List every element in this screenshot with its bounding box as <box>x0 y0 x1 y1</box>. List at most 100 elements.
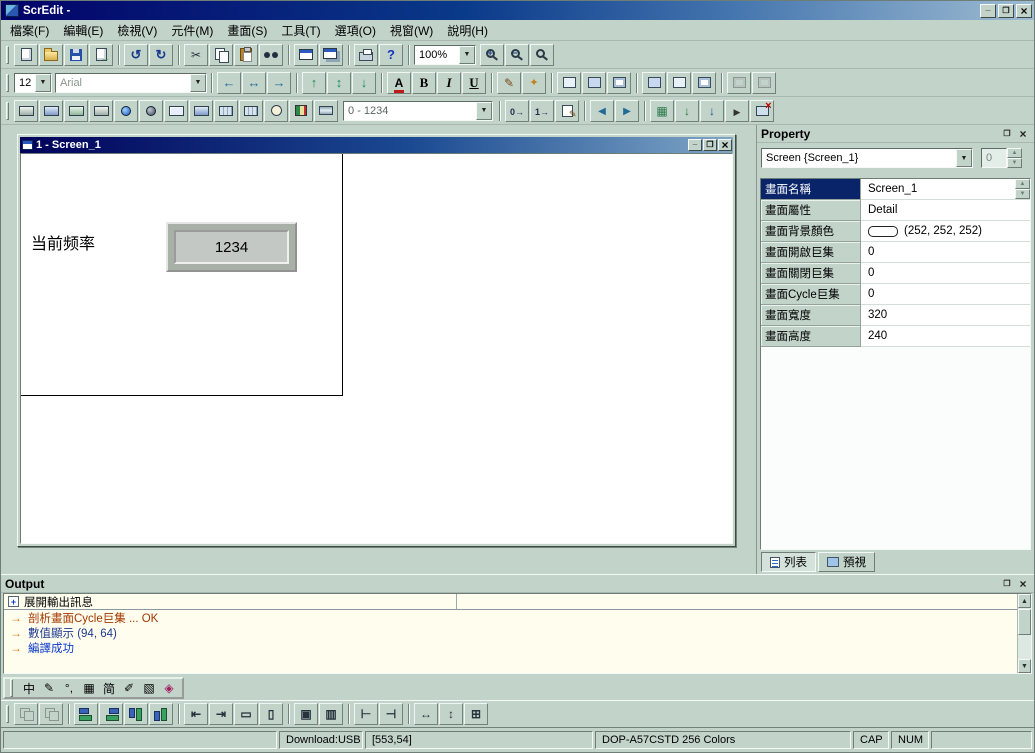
distribute-right-button[interactable]: ⇥ <box>209 703 233 725</box>
graph-display-tool[interactable] <box>239 100 263 122</box>
property-value[interactable]: 320 <box>861 305 1030 326</box>
chevron-down-icon[interactable] <box>476 102 492 120</box>
group-button[interactable] <box>14 703 38 725</box>
fill-style-button-3[interactable] <box>692 72 716 94</box>
element-ref-combo[interactable]: 0 - 1234 <box>343 101 493 121</box>
maximize-button[interactable] <box>998 4 1014 18</box>
menu-item-element[interactable]: 元件(M) <box>164 20 220 41</box>
output-panel-title-bar[interactable]: Output <box>1 575 1034 593</box>
open-file-button[interactable] <box>39 44 63 66</box>
ime-pen-button[interactable]: ✎ <box>40 679 58 697</box>
property-row[interactable]: 畫面高度 240 <box>761 326 1030 347</box>
chevron-down-icon[interactable] <box>459 46 475 64</box>
previous-screen-button[interactable] <box>590 100 614 122</box>
screen-window-button[interactable] <box>294 44 318 66</box>
minimize-button[interactable] <box>980 4 996 18</box>
help-button[interactable] <box>379 44 403 66</box>
font-name-combo[interactable]: Arial <box>55 73 207 93</box>
property-spinbox[interactable]: 0 <box>981 148 1022 168</box>
output-vertical-scrollbar[interactable]: ▲ ▼ <box>1017 594 1031 673</box>
ime-charset-button[interactable]: 简 <box>100 679 118 697</box>
export-button[interactable] <box>89 44 113 66</box>
cut-button[interactable] <box>184 44 208 66</box>
menu-item-edit[interactable]: 編輯(E) <box>56 20 110 41</box>
make-same-height-button[interactable]: ▯ <box>259 703 283 725</box>
zoom-actual-button[interactable] <box>530 44 554 66</box>
font-size-combo[interactable]: 12 <box>14 73 52 93</box>
property-label[interactable]: 畫面寬度 <box>761 305 861 326</box>
chevron-down-icon[interactable] <box>190 74 206 92</box>
align-middle-button[interactable] <box>327 72 351 94</box>
property-label[interactable]: 畫面名稱 <box>761 179 861 200</box>
screen-canvas[interactable]: 当前频率 1234 <box>21 154 343 396</box>
moving-sign-tool[interactable] <box>214 100 238 122</box>
simulate-button[interactable] <box>725 100 749 122</box>
indicator-tool[interactable] <box>114 100 138 122</box>
save-button[interactable] <box>64 44 88 66</box>
property-row[interactable]: 畫面Cycle巨集 0 <box>761 284 1030 305</box>
spin-down-icon[interactable] <box>1007 158 1022 168</box>
space-across-button[interactable]: ⊢ <box>354 703 378 725</box>
cascade-window-button[interactable] <box>319 44 343 66</box>
copy-button[interactable] <box>209 44 233 66</box>
bar-graph-tool[interactable] <box>289 100 313 122</box>
property-label[interactable]: 畫面背景顏色 <box>761 221 861 242</box>
new-file-button[interactable] <box>14 44 38 66</box>
macro-editor-button[interactable] <box>555 100 579 122</box>
output-message-row[interactable]: 數值顯示 (94, 64) <box>4 625 1017 640</box>
bold-button[interactable]: B <box>412 72 436 94</box>
multistate-indicator-tool[interactable] <box>139 100 163 122</box>
frame-style-button-2[interactable] <box>582 72 606 94</box>
property-row[interactable]: 畫面寬度 320 <box>761 305 1030 326</box>
offline-monitor-button[interactable] <box>750 100 774 122</box>
fill-style-button-1[interactable] <box>642 72 666 94</box>
property-value[interactable]: 0 <box>861 284 1030 305</box>
property-label[interactable]: 畫面關閉巨集 <box>761 263 861 284</box>
property-label[interactable]: 畫面開啟巨集 <box>761 242 861 263</box>
property-row[interactable]: 畫面名稱 Screen_1 <box>761 179 1030 200</box>
ime-toolbar[interactable]: 中 ✎ °, ▦ 简 ✐ ▧ ◈ <box>3 677 184 699</box>
screen-client-area[interactable]: 当前频率 1234 <box>20 153 733 544</box>
screen-editor-window[interactable]: 1 - Screen_1 当前频率 1234 <box>17 134 736 547</box>
numeric-display-element[interactable]: 1234 <box>166 222 297 272</box>
ime-softkeyboard-button[interactable]: ▦ <box>80 679 98 697</box>
menu-item-file[interactable]: 檔案(F) <box>3 20 56 41</box>
tab-preview[interactable]: 預視 <box>818 552 875 572</box>
fit-both-button[interactable]: ⊞ <box>464 703 488 725</box>
menu-item-view[interactable]: 檢視(V) <box>110 20 164 41</box>
property-value[interactable]: 0 <box>861 242 1030 263</box>
find-button[interactable] <box>259 44 283 66</box>
make-same-width-button[interactable]: ▭ <box>234 703 258 725</box>
download-all-button[interactable] <box>700 100 724 122</box>
set-state-one-button[interactable] <box>530 100 554 122</box>
fit-width-button[interactable]: ↔ <box>414 703 438 725</box>
redo-button[interactable] <box>149 44 173 66</box>
chevron-down-icon[interactable] <box>35 74 51 92</box>
scrollbar-thumb[interactable] <box>1018 609 1031 635</box>
screen-close-button[interactable] <box>718 139 732 151</box>
numeric-display-tool[interactable] <box>164 100 188 122</box>
property-label[interactable]: 畫面高度 <box>761 326 861 347</box>
meter-tool[interactable] <box>264 100 288 122</box>
close-button[interactable] <box>1016 4 1032 18</box>
scroll-up-icon[interactable]: ▲ <box>1018 594 1031 608</box>
static-text-element[interactable]: 当前频率 <box>31 230 95 254</box>
toolbar-grip[interactable] <box>6 46 9 64</box>
draw-pen-button[interactable] <box>497 72 521 94</box>
align-right-button[interactable] <box>267 72 291 94</box>
download-screen-button[interactable] <box>675 100 699 122</box>
spin-up-icon[interactable] <box>1015 179 1030 189</box>
align-objects-top-button[interactable] <box>124 703 148 725</box>
property-row[interactable]: 畫面背景顏色 (252, 252, 252) <box>761 221 1030 242</box>
italic-button[interactable]: I <box>437 72 461 94</box>
property-panel-title-bar[interactable]: Property <box>757 125 1034 143</box>
align-objects-bottom-button[interactable] <box>149 703 173 725</box>
align-center-button[interactable] <box>242 72 266 94</box>
toolbar-grip[interactable] <box>6 74 9 92</box>
center-vertical-button[interactable]: ▥ <box>319 703 343 725</box>
output-float-button[interactable] <box>1000 577 1014 590</box>
space-down-button[interactable]: ⊣ <box>379 703 403 725</box>
column-splitter[interactable] <box>456 594 457 609</box>
color-swatch[interactable] <box>868 226 898 237</box>
ungroup-button[interactable] <box>39 703 63 725</box>
